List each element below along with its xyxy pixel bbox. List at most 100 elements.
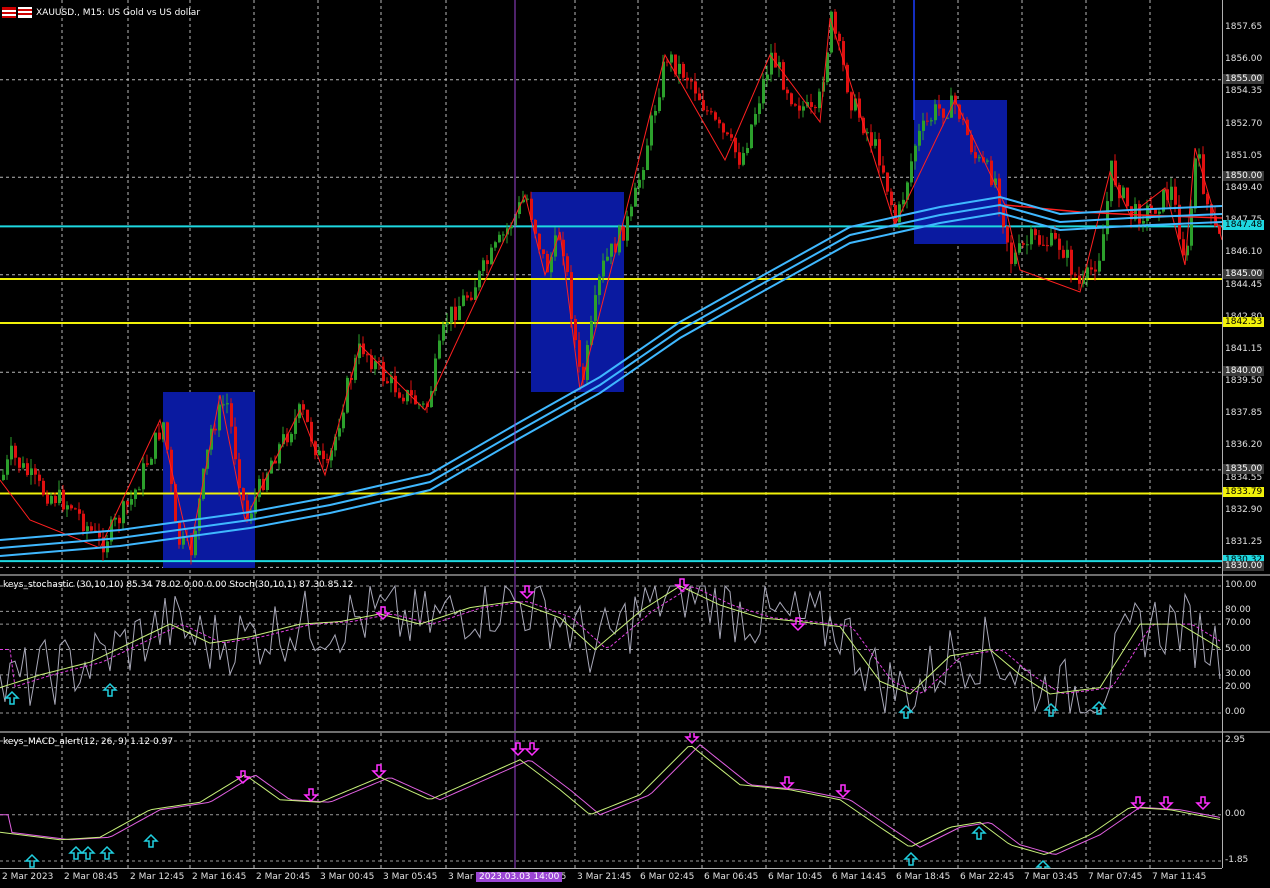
- bear-candle: [166, 422, 169, 450]
- bear-candle: [706, 110, 709, 112]
- macd-indicator-panel[interactable]: keys_MACD_alert(12, 26, 9) 1.12 0.97: [0, 733, 1222, 868]
- stochastic-axis-label: 30.00: [1225, 668, 1251, 679]
- bull-candle: [122, 501, 125, 524]
- sell-arrow-icon: [510, 742, 526, 757]
- sell-arrow-icon: [524, 742, 540, 757]
- buy-arrow-icon: [903, 851, 919, 866]
- buy-arrow-icon: [102, 682, 118, 697]
- bull-candle: [438, 340, 441, 359]
- stochastic-axis-label: 100.00: [1225, 580, 1257, 590]
- bull-candle: [86, 526, 89, 532]
- price-level-tag: 1847.48: [1223, 220, 1265, 231]
- bear-candle: [238, 459, 241, 489]
- bear-candle: [682, 63, 685, 78]
- bear-candle: [1182, 239, 1185, 256]
- price-axis-label: 1851.05: [1225, 150, 1263, 161]
- bull-candle: [1142, 220, 1145, 224]
- bull-candle: [650, 115, 653, 146]
- bear-candle: [702, 100, 705, 111]
- bear-candle: [70, 505, 73, 509]
- price-axis-label: 1844.45: [1225, 279, 1263, 290]
- bull-candle: [442, 324, 445, 341]
- time-axis-label: 2 Mar 12:45: [130, 872, 185, 882]
- bull-candle: [226, 403, 229, 405]
- bear-candle: [1010, 242, 1013, 264]
- macd-main-line: [0, 745, 1221, 855]
- bull-candle: [1018, 243, 1021, 253]
- bull-candle: [10, 445, 13, 460]
- macd-title: keys_MACD_alert(12, 26, 9) 1.12 0.97: [3, 737, 174, 747]
- bull-candle: [638, 179, 641, 188]
- bull-candle: [634, 187, 637, 207]
- bull-candle: [1050, 232, 1053, 246]
- bull-candle: [830, 11, 833, 53]
- time-axis-label: 6 Mar 14:45: [832, 872, 887, 882]
- sell-arrow-icon: [371, 764, 387, 779]
- bear-candle: [838, 33, 841, 42]
- bear-candle: [1094, 269, 1097, 272]
- stochastic-indicator-panel[interactable]: keys_stochastic (30,10,10) 85.34 78.02 0…: [0, 576, 1222, 731]
- bear-candle: [974, 152, 977, 159]
- bull-candle: [750, 124, 753, 149]
- bull-candle: [1030, 229, 1033, 245]
- bull-candle: [802, 106, 805, 111]
- bull-candle: [766, 74, 769, 80]
- bear-candle: [798, 105, 801, 111]
- bear-candle: [926, 120, 929, 122]
- stochastic-axis-label: 80.00: [1225, 605, 1251, 616]
- bear-candle: [730, 134, 733, 138]
- bull-candle: [1102, 234, 1105, 261]
- bull-candle: [762, 79, 765, 104]
- macd-axis-label: -1.85: [1225, 855, 1249, 865]
- bear-candle: [14, 445, 17, 458]
- buy-arrow-icon: [68, 845, 84, 860]
- bull-candle: [1086, 267, 1089, 279]
- sell-arrow-icon: [835, 784, 851, 799]
- bull-candle: [678, 63, 681, 74]
- bear-candle: [882, 165, 885, 173]
- bull-candle: [1190, 208, 1193, 246]
- stochastic-axis-label: 50.00: [1225, 643, 1251, 654]
- price-level-tag: 1830.00: [1223, 561, 1265, 572]
- price-axis-label: 1841.15: [1225, 343, 1263, 354]
- candlestick-chart[interactable]: [0, 0, 1222, 574]
- bull-candle: [30, 468, 33, 475]
- time-axis-label: 6 Mar 10:45: [768, 872, 823, 882]
- bear-candle: [1150, 205, 1153, 209]
- stochastic-axis-label: 20.00: [1225, 681, 1251, 692]
- bull-candle: [458, 305, 461, 321]
- main-price-chart[interactable]: XAUUSD., M15: US Gold vs US dollar: [0, 0, 1222, 574]
- bull-candle: [746, 148, 749, 154]
- range-box: [163, 392, 255, 568]
- bull-candle: [494, 242, 497, 248]
- price-axis-label: 1846.10: [1225, 247, 1263, 258]
- bear-candle: [938, 104, 941, 109]
- bear-candle: [1054, 232, 1057, 239]
- bear-candle: [454, 306, 457, 321]
- bear-candle: [322, 450, 325, 459]
- bear-candle: [18, 457, 21, 468]
- bear-candle: [566, 256, 569, 273]
- bear-candle: [690, 80, 693, 82]
- bull-candle: [654, 110, 657, 116]
- macd-chart[interactable]: [0, 733, 1222, 868]
- time-axis-label: 6 Mar 22:45: [960, 872, 1015, 882]
- bull-candle: [630, 206, 633, 217]
- bear-candle: [714, 112, 717, 120]
- bull-candle: [930, 120, 933, 122]
- bear-candle: [622, 226, 625, 241]
- bear-candle: [398, 392, 401, 398]
- bear-candle: [698, 93, 701, 101]
- stochastic-chart[interactable]: [0, 576, 1222, 731]
- bull-candle: [986, 160, 989, 162]
- bull-candle: [758, 103, 761, 115]
- bear-candle: [394, 375, 397, 393]
- bear-candle: [870, 132, 873, 146]
- bear-candle: [410, 390, 413, 396]
- bear-candle: [782, 62, 785, 90]
- bear-candle: [1046, 245, 1049, 247]
- bull-candle: [1106, 201, 1109, 235]
- time-axis-label: 7 Mar 07:45: [1088, 872, 1143, 882]
- bull-candle: [1170, 186, 1173, 200]
- bear-candle: [1078, 275, 1081, 284]
